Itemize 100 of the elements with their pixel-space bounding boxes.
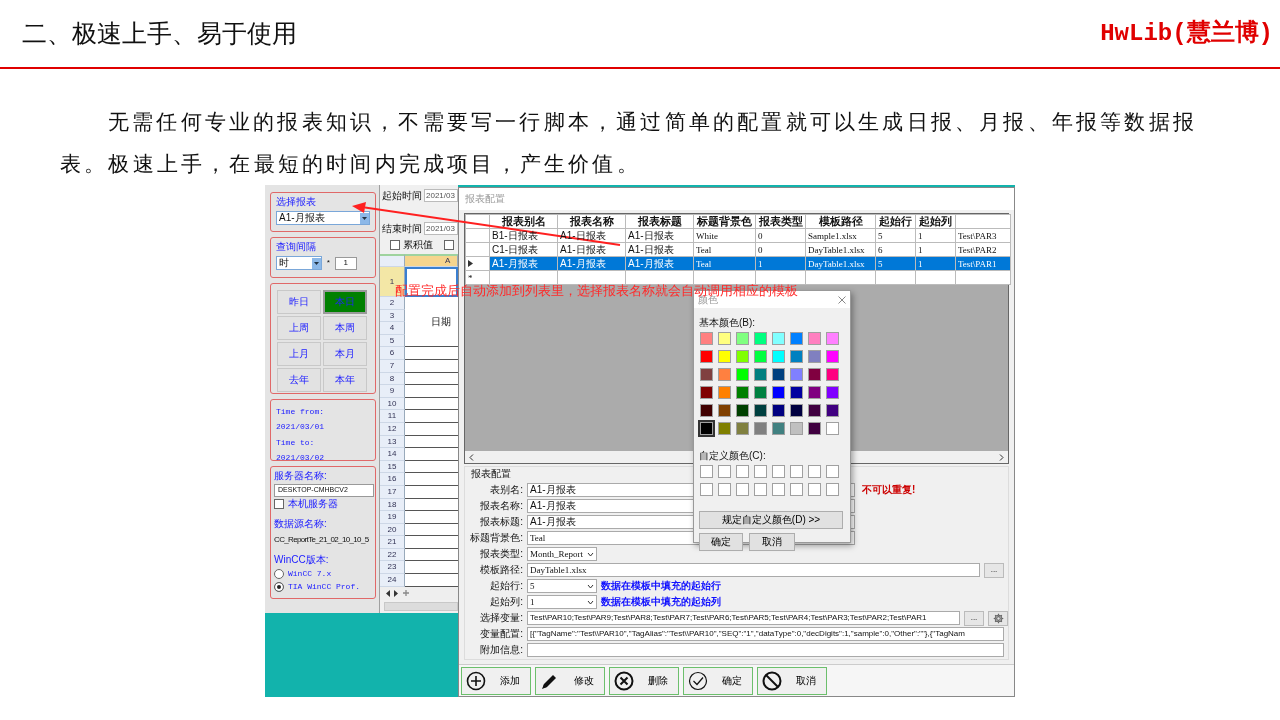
color-swatch[interactable] [790, 404, 803, 417]
color-swatch[interactable] [718, 386, 731, 399]
color-swatch[interactable] [718, 368, 731, 381]
color-swatch[interactable] [700, 386, 713, 399]
grid-cell[interactable]: 1 [915, 228, 956, 243]
grid-cell[interactable]: White [693, 228, 756, 243]
color-swatch[interactable] [754, 404, 767, 417]
custom-color-swatch[interactable] [700, 483, 713, 496]
report-select[interactable]: A1-月报表 [276, 211, 370, 225]
period-button[interactable]: 上月 [277, 342, 321, 366]
toolbar-button[interactable]: 确定 [683, 667, 753, 695]
grid-cell[interactable] [693, 270, 756, 285]
custom-color-swatch[interactable] [754, 465, 767, 478]
ok-button[interactable]: 确定 [699, 533, 743, 551]
grid-cell[interactable]: Test\PAR2 [955, 242, 1011, 257]
color-swatch[interactable] [718, 350, 731, 363]
color-swatch[interactable] [808, 422, 821, 435]
text-field[interactable]: Test\PAR10;Test\PAR9;Test\PAR8;Test\PAR7;Test\PAR6;Test\PAR5;Test\PAR4;Test\PAR3;Test\PAR2;Test\PAR1 [527, 611, 960, 625]
color-swatch[interactable] [736, 422, 749, 435]
option-checkbox[interactable] [390, 240, 400, 250]
toolbar-button[interactable]: 添加 [461, 667, 531, 695]
color-swatch[interactable] [808, 404, 821, 417]
color-swatch[interactable] [754, 422, 767, 435]
text-field[interactable] [527, 643, 1004, 657]
start-time-field[interactable]: 2021/03 [424, 189, 458, 202]
period-button[interactable]: 本周 [323, 316, 367, 340]
text-field[interactable]: [{"TagName":"Test\\PAR10","TagAlias":"Test\\PAR10","SEQ":"1","dataType":0,"decDigits":1,"sample":0,"Other":""},{"TagNam [527, 627, 1004, 641]
grid-cell[interactable] [955, 270, 1011, 285]
interval-count-field[interactable]: 1 [334, 256, 357, 270]
color-swatch[interactable] [754, 386, 767, 399]
color-swatch[interactable] [790, 332, 803, 345]
grid-cell[interactable]: 1 [915, 242, 956, 257]
define-custom-colors-button[interactable]: 规定自定义颜色(D) >> [699, 511, 843, 529]
version-radio[interactable] [274, 581, 284, 592]
cancel-button[interactable]: 取消 [749, 533, 795, 551]
color-swatch[interactable] [826, 332, 839, 345]
color-swatch[interactable] [736, 350, 749, 363]
color-swatch[interactable] [718, 422, 731, 435]
custom-color-swatch[interactable] [790, 465, 803, 478]
grid-cell[interactable]: A1-日报表 [625, 228, 694, 243]
grid-cell[interactable]: 6 [875, 242, 916, 257]
interval-unit-select[interactable]: 时 [276, 256, 322, 270]
local-server-checkbox[interactable] [274, 499, 284, 509]
custom-color-swatch[interactable] [772, 483, 785, 496]
color-swatch[interactable] [790, 368, 803, 381]
custom-color-swatch[interactable] [718, 483, 731, 496]
grid-cell[interactable]: A1-日报表 [557, 242, 626, 257]
grid-cell[interactable]: 0 [755, 242, 806, 257]
color-swatch[interactable] [736, 368, 749, 381]
custom-color-swatch[interactable] [718, 465, 731, 478]
grid-cell[interactable]: A1-日报表 [625, 242, 694, 257]
color-swatch[interactable] [808, 332, 821, 345]
grid-cell[interactable] [875, 270, 916, 285]
toolbar-button[interactable]: 取消 [757, 667, 827, 695]
browse-button[interactable]: ... [964, 610, 984, 626]
toolbar-button[interactable]: 删除 [609, 667, 679, 695]
grid-cell[interactable]: 5 [875, 228, 916, 243]
color-swatch[interactable] [754, 350, 767, 363]
dropdown-field[interactable]: 5 [527, 579, 597, 593]
grid-cell[interactable] [557, 270, 626, 285]
grid-cell[interactable]: B1-日报表 [489, 228, 558, 243]
color-swatch[interactable] [754, 332, 767, 345]
color-swatch[interactable] [736, 404, 749, 417]
color-swatch[interactable] [826, 350, 839, 363]
color-swatch[interactable] [772, 332, 785, 345]
color-swatch[interactable] [736, 332, 749, 345]
color-swatch[interactable] [718, 332, 731, 345]
grid-cell[interactable]: Test\PAR3 [955, 228, 1011, 243]
custom-color-swatch[interactable] [736, 483, 749, 496]
grid-cell[interactable] [805, 270, 876, 285]
period-button[interactable]: 昨日 [277, 290, 321, 314]
color-swatch[interactable] [754, 368, 767, 381]
custom-color-swatch[interactable] [808, 465, 821, 478]
toolbar-button[interactable]: 修改 [535, 667, 605, 695]
custom-color-swatch[interactable] [736, 465, 749, 478]
dropdown-field[interactable]: 1 [527, 595, 597, 609]
custom-color-swatch[interactable] [826, 483, 839, 496]
color-swatch[interactable] [772, 422, 785, 435]
color-swatch[interactable] [772, 350, 785, 363]
custom-color-swatch[interactable] [754, 483, 767, 496]
color-swatch[interactable] [700, 404, 713, 417]
color-swatch[interactable] [790, 386, 803, 399]
period-button[interactable]: 本年 [323, 368, 367, 392]
custom-color-swatch[interactable] [826, 465, 839, 478]
period-button[interactable]: 本月 [323, 342, 367, 366]
color-swatch[interactable] [826, 422, 839, 435]
color-swatch[interactable] [700, 332, 713, 345]
end-time-field[interactable]: 2021/03 [424, 222, 458, 235]
color-swatch[interactable] [700, 422, 713, 435]
browse-button[interactable]: ... [984, 562, 1004, 578]
color-swatch[interactable] [772, 368, 785, 381]
grid-cell[interactable]: Teal [693, 242, 756, 257]
period-button[interactable]: 上周 [277, 316, 321, 340]
color-swatch[interactable] [700, 368, 713, 381]
custom-color-swatch[interactable] [790, 483, 803, 496]
color-swatch[interactable] [790, 422, 803, 435]
custom-color-swatch[interactable] [808, 483, 821, 496]
color-swatch[interactable] [808, 350, 821, 363]
grid-cell[interactable] [625, 270, 694, 285]
grid-cell[interactable] [915, 270, 956, 285]
